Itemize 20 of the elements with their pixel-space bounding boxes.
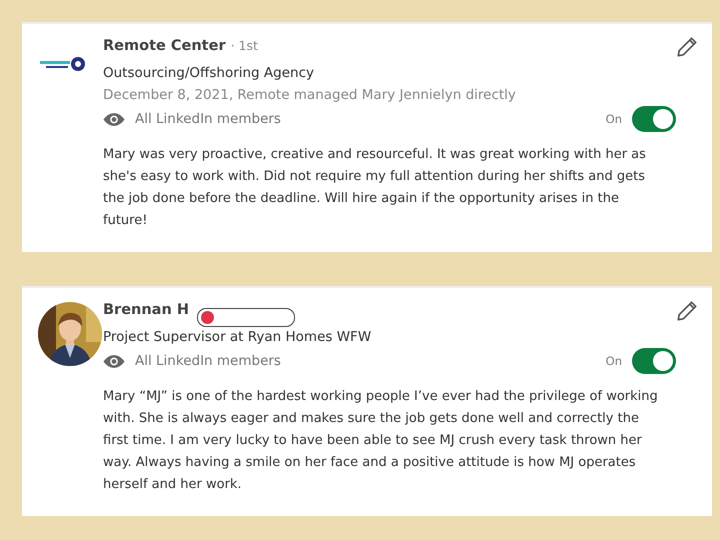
eye-icon xyxy=(103,354,125,368)
toggle-label: On xyxy=(606,112,622,126)
connection-degree: · 1st xyxy=(230,38,258,53)
toggle-label: On xyxy=(606,354,622,368)
recommendation-text: Mary was very proactive, creative and resourceful. It was great working with her as she's easy to work with. Did not require my full attention during her shifts and gets the job done before the deadline. Will hire again if the opportunity arises in the future! xyxy=(103,146,647,230)
visibility-toggle[interactable] xyxy=(632,348,676,374)
record-dot-icon xyxy=(201,311,214,324)
relationship-date: December 8, 2021, Remote managed Mary Jennielyn directly xyxy=(103,86,517,105)
edit-icon[interactable] xyxy=(676,300,698,322)
person-name[interactable]: Brennan H xyxy=(103,302,189,318)
visibility-label: All LinkedIn members xyxy=(135,353,281,369)
person-name[interactable]: Remote Center xyxy=(103,38,226,54)
headline: Project Supervisor at Ryan Homes WFW xyxy=(103,328,372,347)
visibility-toggle[interactable] xyxy=(632,106,676,132)
edit-icon[interactable] xyxy=(676,36,698,58)
eye-icon xyxy=(103,112,125,126)
recording-widget[interactable] xyxy=(197,308,295,327)
recommendation-text: Mary “MJ” is one of the hardest working people I’ve ever had the privilege of working with. She is always eager and makes sure the job gets done well and correctly the first time. I am very lucky to have been able to see MJ crush every task thrown her way. Always having a smile on her face and a positive attitude is how MJ operates herself and her work. xyxy=(103,388,659,494)
headline: Outsourcing/Offshoring Agency xyxy=(103,64,315,83)
visibility-label: All LinkedIn members xyxy=(135,111,281,127)
